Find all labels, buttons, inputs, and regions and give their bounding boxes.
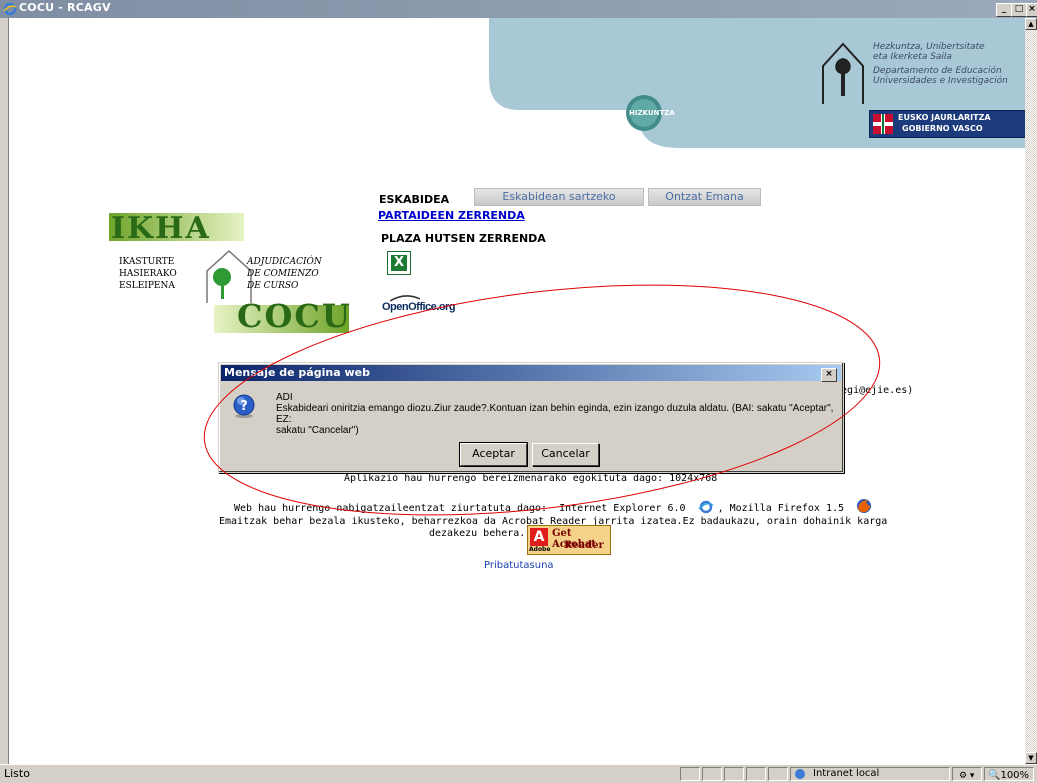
dialog-title: Mensaje de página web: [224, 366, 370, 379]
status-cell: [724, 767, 744, 781]
partaideen-zerrenda-link[interactable]: PARTAIDEEN ZERRENDA: [378, 209, 525, 222]
internet-explorer-browser-icon: [692, 500, 718, 517]
status-bar: Listo Intranet local ⚙ ▾ 🔍100%: [0, 764, 1037, 783]
logo-right-line-3: DE CURSO: [247, 281, 299, 291]
dialog-message-line-2: sakatu "Cancelar"): [276, 425, 359, 436]
dialog-message: Eskabideari oniritzia emango diozu.Ziur …: [276, 403, 836, 436]
dialog-close-button[interactable]: ×: [821, 368, 837, 382]
plaza-hutsen-zerrenda-label: PLAZA HUTSEN ZERRENDA: [381, 232, 546, 245]
openoffice-icon[interactable]: OpenOffice.org: [382, 294, 462, 318]
svg-text:?: ?: [240, 399, 248, 414]
window-title: COCU - RCAGV: [19, 1, 111, 14]
browser-support-prefix: Web hau hurrengo nabigatzaileentzat ziur…: [234, 503, 548, 514]
logo-basque-text: IKASTURTE HASIERAKO ESLEIPENA: [119, 256, 177, 292]
tab-eskabidean-sartzeko[interactable]: Eskabidean sartzeko: [474, 188, 644, 206]
reader-label: Reader: [564, 540, 604, 551]
ikha-cocu-logo: IKHA IKASTURTE HASIERAKO ESLEIPENA ADJUD…: [109, 211, 352, 335]
maximize-button[interactable]: □: [1011, 3, 1027, 17]
protected-mode-cell[interactable]: ⚙ ▾: [952, 767, 982, 781]
page-content: HIZKUNTZA Hezkuntza, Unibertsitate eta I…: [9, 18, 1025, 764]
gov-logo: EUSKO JAURLARITZA GOBIERNO VASCO: [869, 110, 1025, 138]
gov-name-spanish: GOBIERNO VASCO: [902, 124, 983, 133]
department-text: Hezkuntza, Unibertsitate eta Ikerketa Sa…: [873, 42, 1008, 86]
zoom-icon: 🔍: [988, 770, 1001, 781]
internet-explorer-icon: [3, 2, 17, 16]
dept-line-4: Universidades e Investigación: [873, 76, 1008, 86]
basque-government-tree-icon: [822, 42, 864, 104]
scroll-up-button[interactable]: ▲: [1025, 18, 1037, 30]
status-cell: [702, 767, 722, 781]
ikurrina-flag-icon: [873, 114, 893, 134]
status-cell: [746, 767, 766, 781]
logo-ikha: IKHA: [111, 211, 211, 246]
vertical-scrollbar[interactable]: [1025, 18, 1037, 764]
window-left-border: [0, 18, 9, 764]
hizkuntza-badge[interactable]: HIZKUNTZA: [629, 109, 675, 117]
acrobat-note-line-2: dezakezu behera.: [429, 528, 526, 539]
zoom-control[interactable]: 🔍100%: [984, 767, 1034, 781]
gov-name-basque: EUSKO JAURLARITZA: [898, 113, 991, 122]
adobe-icon: A: [530, 528, 548, 546]
dept-line-2: eta Ikerketa Saila: [873, 52, 952, 62]
dept-line-3: Departamento de Educación: [873, 66, 1002, 76]
header-banner: HIZKUNTZA Hezkuntza, Unibertsitate eta I…: [489, 18, 1025, 153]
logo-right-line-2: DE COMIENZO: [247, 269, 319, 279]
resolution-note: Aplikazio hau hurrengo bereizmenarako eg…: [344, 473, 718, 484]
aceptar-button[interactable]: Aceptar: [459, 442, 528, 467]
firefox-version: , Mozilla Firefox 1.5: [717, 503, 845, 514]
tab-ontzat-emana[interactable]: Ontzat Emana: [648, 188, 761, 206]
status-cell: [680, 767, 700, 781]
firefox-browser-icon: [850, 498, 872, 517]
security-zone[interactable]: Intranet local: [790, 767, 950, 781]
openoffice-logo-text: OpenOffice.org: [382, 301, 456, 313]
security-zone-label: Intranet local: [813, 768, 880, 779]
dept-line-1: Hezkuntza, Unibertsitate: [873, 42, 985, 52]
question-icon: ?: [233, 394, 255, 418]
intranet-globe-icon: [795, 769, 805, 779]
status-text: Listo: [4, 767, 30, 780]
excel-icon[interactable]: X: [387, 251, 411, 275]
eskabidea-label: ESKABIDEA: [379, 193, 450, 206]
status-cell: [768, 767, 788, 781]
zoom-level: 100%: [1000, 770, 1030, 781]
get-acrobat-reader-button[interactable]: A Adobe Get Acrobat Reader: [527, 525, 611, 555]
dialog-title-bar[interactable]: Mensaje de página web ×: [221, 365, 841, 382]
cancelar-button[interactable]: Cancelar: [532, 443, 599, 466]
scroll-down-button[interactable]: ▼: [1025, 752, 1037, 764]
web-page-message-dialog: Mensaje de página web × ? ADI Eskabidear…: [218, 362, 844, 473]
dialog-message-line-1: Eskabideari oniritzia emango diozu.Ziur …: [276, 403, 834, 425]
browser-support-text: Web hau hurrengo nabigatzaileentzat ziur…: [234, 495, 872, 514]
logo-left-line-2: HASIERAKO: [119, 269, 177, 279]
dialog-heading: ADI: [276, 392, 293, 403]
logo-left-line-1: IKASTURTE: [119, 257, 175, 267]
minimize-button[interactable]: _: [996, 3, 1012, 17]
logo-left-line-3: ESLEIPENA: [119, 281, 175, 291]
adobe-label: Adobe: [529, 546, 551, 553]
close-window-button[interactable]: ×: [1026, 3, 1037, 17]
logo-cocu: COCU: [237, 297, 352, 335]
logo-spanish-text: ADJUDICACIÓN DE COMIENZO DE CURSO: [247, 256, 322, 292]
ie-version: Internet Explorer 6.0: [559, 503, 686, 514]
window-title-bar[interactable]: COCU - RCAGV _ □ ×: [0, 0, 1037, 18]
privacy-link[interactable]: Pribatutasuna: [484, 560, 554, 571]
logo-right-line-1: ADJUDICACIÓN: [247, 257, 322, 267]
